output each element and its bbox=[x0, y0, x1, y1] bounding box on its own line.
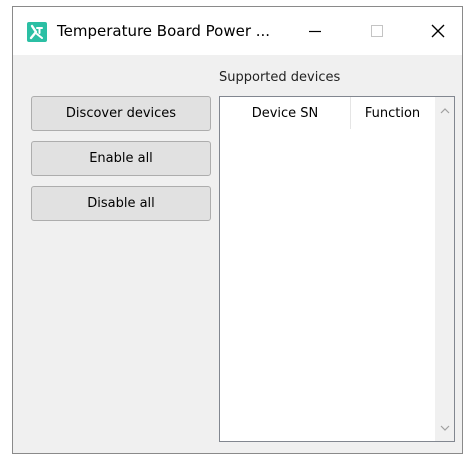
app-logo-icon bbox=[27, 22, 47, 42]
enable-all-button[interactable]: Enable all bbox=[31, 141, 211, 176]
close-button[interactable] bbox=[415, 7, 461, 55]
minimize-button[interactable] bbox=[292, 7, 338, 55]
app-window: Temperature Board Power ... Supported de… bbox=[12, 6, 463, 454]
column-header-device-sn[interactable]: Device SN bbox=[220, 97, 351, 129]
discover-devices-button[interactable]: Discover devices bbox=[31, 96, 211, 131]
maximize-button[interactable] bbox=[354, 7, 400, 55]
window-title: Temperature Board Power ... bbox=[57, 22, 271, 40]
scroll-down-button[interactable] bbox=[435, 418, 454, 437]
device-list[interactable]: Device SN Function bbox=[219, 96, 455, 442]
supported-devices-label: Supported devices bbox=[219, 70, 341, 85]
close-icon bbox=[431, 24, 445, 38]
column-header-function[interactable]: Function bbox=[351, 97, 434, 129]
chevron-down-icon bbox=[440, 425, 449, 431]
chevron-up-icon bbox=[440, 107, 449, 113]
list-header: Device SN Function bbox=[220, 97, 434, 129]
disable-all-button[interactable]: Disable all bbox=[31, 186, 211, 221]
vertical-scrollbar[interactable] bbox=[435, 97, 454, 441]
maximize-icon bbox=[371, 25, 383, 37]
minimize-icon bbox=[309, 30, 321, 33]
scroll-up-button[interactable] bbox=[435, 101, 454, 120]
title-bar[interactable]: Temperature Board Power ... bbox=[13, 7, 462, 55]
